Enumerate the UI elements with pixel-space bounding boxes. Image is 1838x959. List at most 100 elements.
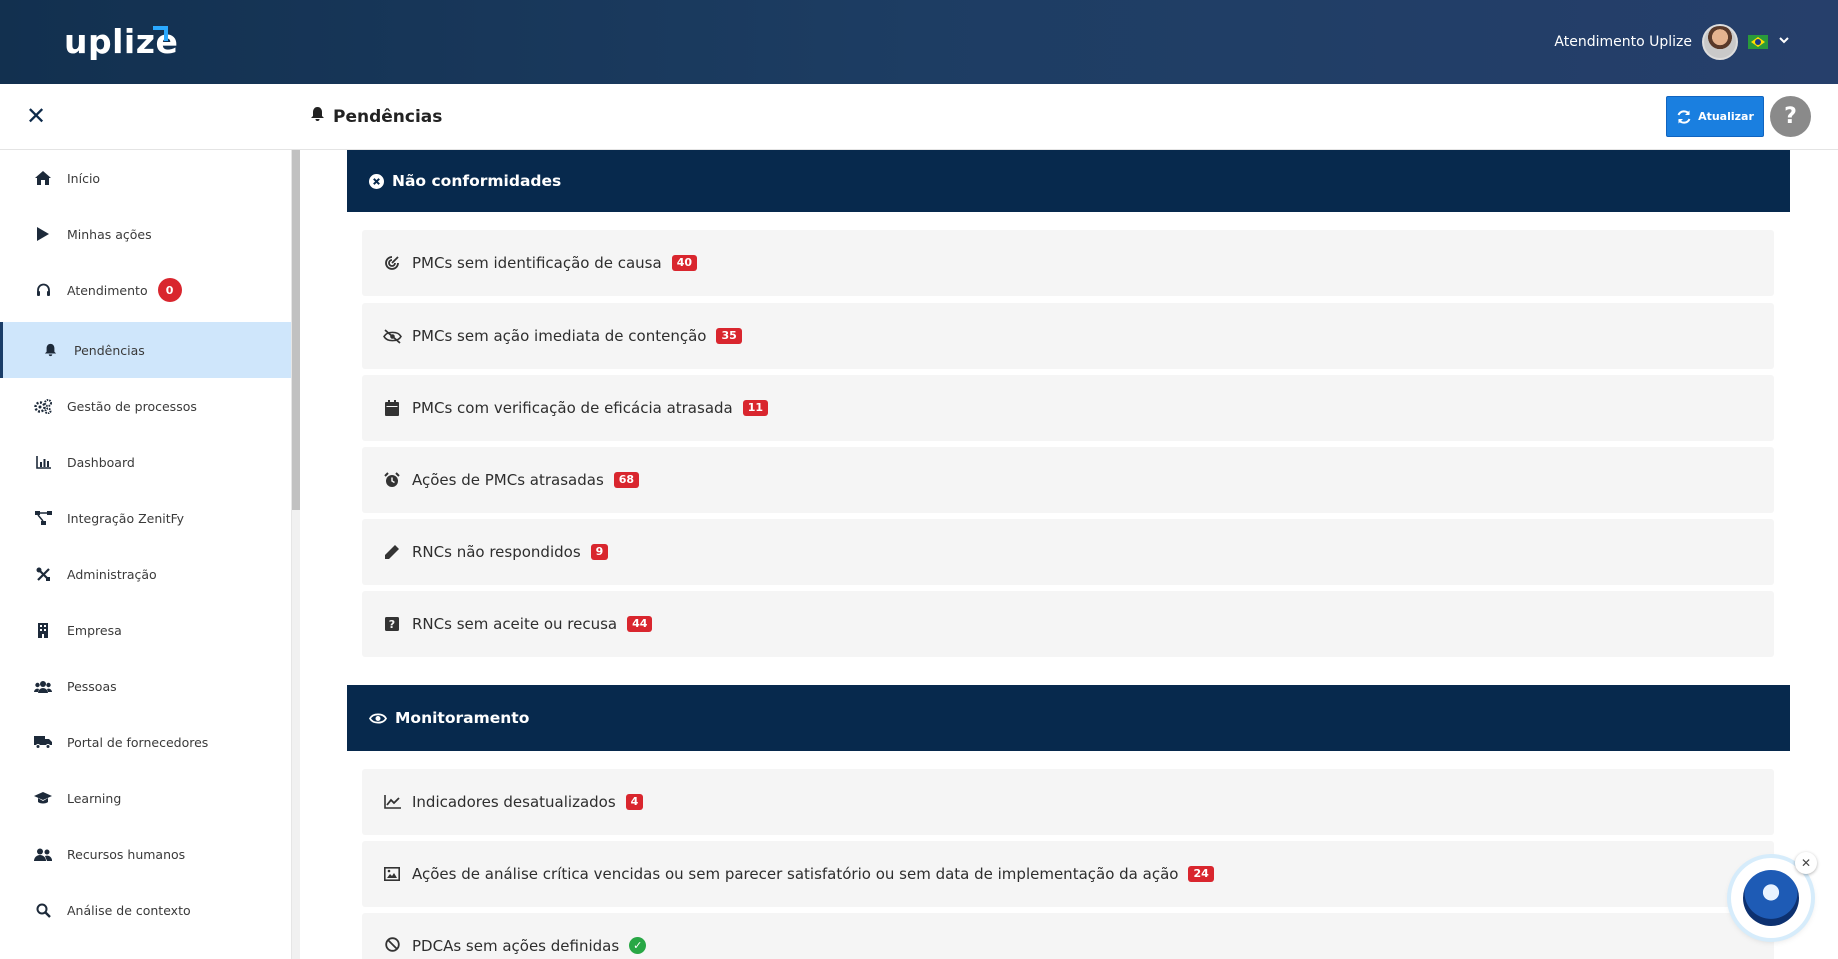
pending-item-label: Ações de análise crítica vencidas ou sem… bbox=[412, 865, 1179, 883]
user-menu[interactable]: Atendimento Uplize bbox=[1554, 24, 1790, 60]
sidebar-item-label: Pessoas bbox=[67, 678, 117, 694]
page-title-text: Pendências bbox=[333, 106, 443, 127]
sidebar-item-label: Análise de contexto bbox=[67, 902, 191, 918]
logo-arrow-icon bbox=[153, 26, 168, 41]
sidebar-item-inicio[interactable]: Início bbox=[0, 150, 291, 206]
sidebar-item-label: Integração ZenitFy bbox=[67, 510, 185, 526]
calendar-icon bbox=[382, 400, 402, 416]
sidebar-item-atendimento[interactable]: Atendimento 0 bbox=[0, 262, 291, 318]
robot-avatar-icon bbox=[1743, 870, 1799, 926]
sidebar-item-label: Minhas ações bbox=[67, 226, 152, 242]
refresh-button[interactable]: Atualizar bbox=[1666, 96, 1764, 137]
cogs-icon bbox=[33, 398, 53, 414]
pending-item-label: RNCs não respondidos bbox=[412, 543, 581, 561]
pending-item-label: Ações de PMCs atrasadas bbox=[412, 471, 604, 489]
sidebar-item-integracao-zenitfy[interactable]: Integração ZenitFy bbox=[0, 490, 291, 546]
notification-badge: 0 bbox=[157, 278, 182, 302]
count-badge: 9 bbox=[590, 544, 609, 560]
sidebar-item-pendencias[interactable]: Pendências bbox=[0, 322, 291, 378]
sidebar-item-analise-contexto[interactable]: Análise de contexto bbox=[0, 882, 291, 938]
count-badge: 24 bbox=[1188, 866, 1214, 882]
line-chart-icon bbox=[382, 795, 402, 809]
search-icon bbox=[33, 903, 53, 918]
user-group-icon bbox=[33, 848, 53, 861]
sidebar-item-label: Recursos humanos bbox=[67, 846, 186, 862]
graduation-cap-icon bbox=[33, 791, 53, 805]
close-chatbot-icon[interactable]: ✕ bbox=[1795, 852, 1817, 874]
target-icon bbox=[382, 255, 402, 271]
network-icon bbox=[33, 511, 53, 525]
avatar[interactable] bbox=[1702, 24, 1738, 60]
bell-icon bbox=[40, 343, 60, 357]
close-sidebar-icon[interactable]: ✕ bbox=[26, 102, 46, 130]
sidebar: Início Minhas ações Atendimento 0 Pendên… bbox=[0, 150, 292, 959]
sidebar-item-minhas-acoes[interactable]: Minhas ações bbox=[0, 206, 291, 262]
sidebar-item-label: Dashboard bbox=[67, 454, 135, 470]
sidebar-item-recursos-humanos[interactable]: Recursos humanos bbox=[0, 826, 291, 882]
sidebar-item-label: Administração bbox=[67, 566, 157, 582]
count-badge: 44 bbox=[627, 616, 653, 632]
refresh-icon bbox=[1677, 109, 1691, 124]
pending-item-label: PMCs sem identificação de causa bbox=[412, 254, 662, 272]
count-badge: 11 bbox=[742, 400, 769, 416]
image-icon bbox=[382, 867, 402, 881]
eye-icon bbox=[369, 712, 387, 725]
home-icon bbox=[33, 171, 53, 185]
pending-item[interactable]: Ações de análise crítica vencidas ou sem… bbox=[362, 841, 1774, 907]
sidebar-item-label: Learning bbox=[67, 790, 122, 806]
sidebar-item-empresa[interactable]: Empresa bbox=[0, 602, 291, 658]
pending-item[interactable]: Ações de PMCs atrasadas 68 bbox=[362, 447, 1774, 513]
help-button[interactable]: ? bbox=[1770, 96, 1811, 137]
sidebar-item-label: Gestão de processos bbox=[67, 398, 197, 414]
sidebar-item-pessoas[interactable]: Pessoas bbox=[0, 658, 291, 714]
section-title: Não conformidades bbox=[392, 172, 562, 190]
brazil-flag-icon[interactable] bbox=[1748, 35, 1768, 49]
pending-item-label: PDCAs sem ações definidas bbox=[412, 937, 620, 955]
sidebar-item-label: Atendimento bbox=[67, 282, 148, 298]
user-name[interactable]: Atendimento Uplize bbox=[1554, 34, 1692, 50]
tools-icon bbox=[33, 567, 53, 582]
refresh-label: Atualizar bbox=[1698, 110, 1754, 123]
alarm-clock-icon bbox=[382, 472, 402, 488]
bell-icon bbox=[310, 106, 325, 127]
sidebar-item-label: Pendências bbox=[74, 342, 145, 358]
sidebar-item-label: Empresa bbox=[67, 622, 122, 638]
sidebar-item-dashboard[interactable]: Dashboard bbox=[0, 434, 291, 490]
count-badge: 4 bbox=[625, 794, 644, 810]
sidebar-item-label: Início bbox=[67, 170, 101, 186]
truck-icon bbox=[33, 735, 53, 749]
check-circle-icon: ✓ bbox=[629, 937, 647, 954]
top-bar: uplize Atendimento Uplize bbox=[0, 0, 1838, 84]
sidebar-item-learning[interactable]: Learning bbox=[0, 770, 291, 826]
eye-slash-icon bbox=[382, 328, 402, 344]
section-header-monitoramento: Monitoramento bbox=[347, 685, 1790, 751]
sidebar-scrollbar-thumb[interactable] bbox=[292, 150, 300, 510]
building-icon bbox=[33, 622, 53, 638]
page-title: Pendências bbox=[310, 106, 442, 127]
sidebar-item-administracao[interactable]: Administração bbox=[0, 546, 291, 602]
svg-text:?: ? bbox=[389, 618, 395, 631]
page-header: ✕ Pendências Atualizar ? bbox=[0, 84, 1838, 150]
pending-item-label: PMCs sem ação imediata de contenção bbox=[412, 327, 707, 345]
chevron-down-icon[interactable] bbox=[1778, 34, 1790, 50]
bar-chart-icon bbox=[33, 455, 53, 469]
pending-item[interactable]: PDCAs sem ações definidas ✓ bbox=[362, 913, 1774, 959]
pending-item-label: Indicadores desatualizados bbox=[412, 793, 616, 811]
sidebar-item-gestao-processos[interactable]: Gestão de processos bbox=[0, 378, 291, 434]
pending-item[interactable]: PMCs sem ação imediata de contenção 35 bbox=[362, 303, 1774, 369]
pending-item[interactable]: Indicadores desatualizados 4 bbox=[362, 769, 1774, 835]
pending-item[interactable]: ? RNCs sem aceite ou recusa 44 bbox=[362, 591, 1774, 657]
pending-item[interactable]: PMCs sem identificação de causa 40 bbox=[362, 230, 1774, 296]
pending-item[interactable]: RNCs não respondidos 9 bbox=[362, 519, 1774, 585]
pending-item[interactable]: PMCs com verificação de eficácia atrasad… bbox=[362, 375, 1774, 441]
sidebar-item-portal-fornecedores[interactable]: Portal de fornecedores bbox=[0, 714, 291, 770]
question-square-icon: ? bbox=[382, 617, 402, 631]
times-circle-icon bbox=[369, 173, 384, 189]
headset-icon bbox=[33, 283, 53, 298]
sidebar-item-label: Portal de fornecedores bbox=[67, 734, 209, 750]
play-icon bbox=[33, 227, 53, 241]
count-badge: 40 bbox=[671, 255, 697, 271]
count-badge: 35 bbox=[716, 328, 742, 344]
pencil-icon bbox=[382, 544, 402, 560]
section-title: Monitoramento bbox=[395, 709, 530, 727]
